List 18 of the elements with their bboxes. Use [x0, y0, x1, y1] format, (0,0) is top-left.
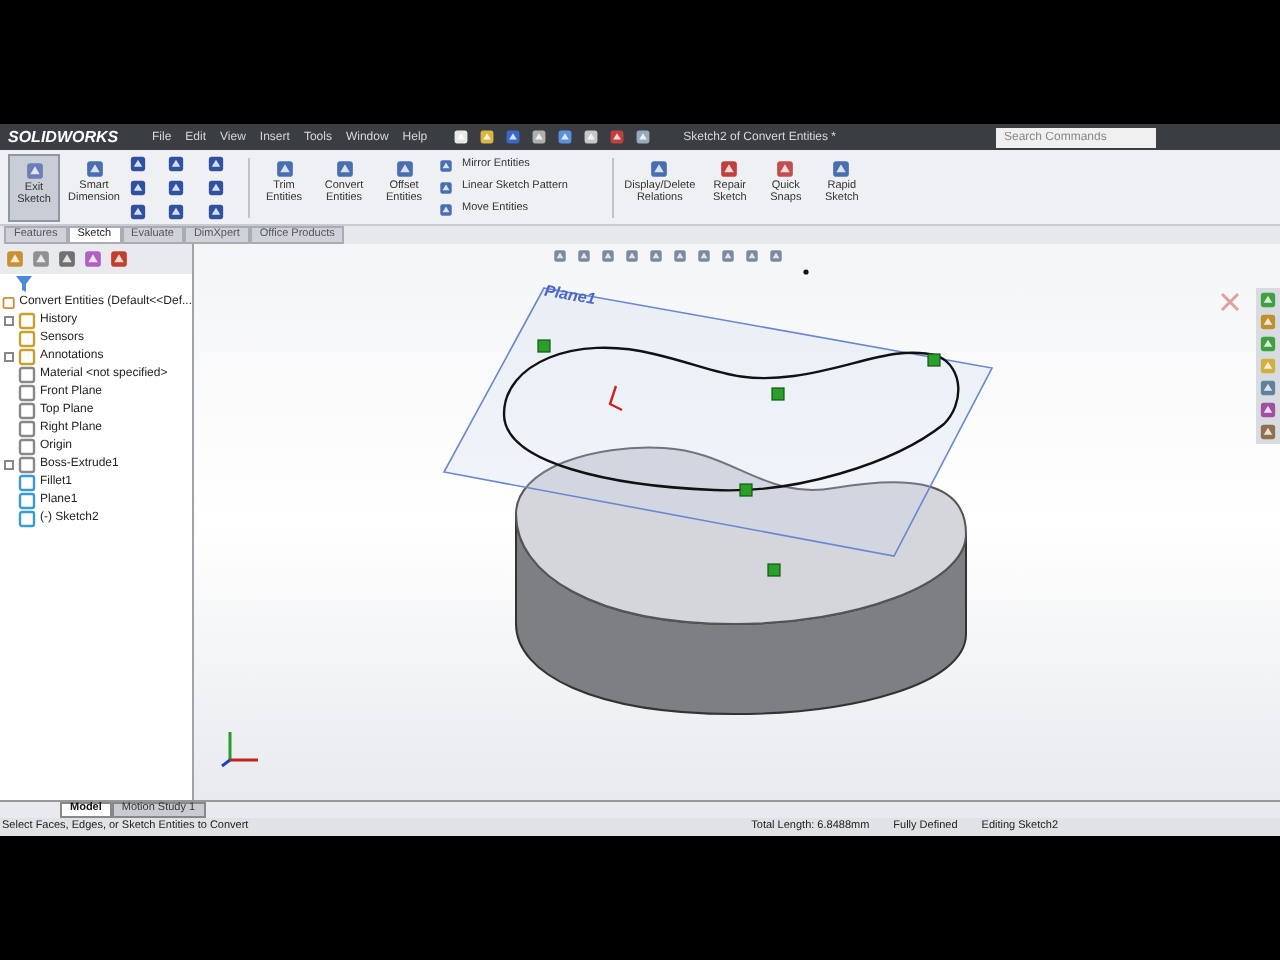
tree-node-icon	[18, 312, 36, 330]
tree-node-icon	[18, 402, 36, 420]
app-logo: SOLIDWORKS	[8, 129, 121, 145]
plane-label: Plane1	[543, 283, 597, 309]
tree-node-icon	[18, 384, 36, 402]
tree-node-icon	[18, 474, 36, 492]
close-icon[interactable]	[1220, 292, 1240, 312]
tree-node-icon	[18, 366, 36, 384]
tree-node-icon	[18, 420, 36, 438]
tree-node-icon	[18, 348, 36, 366]
tree-node-icon	[18, 438, 36, 456]
tree-node-icon	[18, 510, 36, 528]
tree-node-icon	[18, 330, 36, 348]
expand-toggle[interactable]	[4, 352, 14, 362]
tree-node-icon	[18, 456, 36, 474]
expand-toggle[interactable]	[4, 316, 14, 326]
tree-node-icon	[18, 492, 36, 510]
expand-toggle[interactable]	[4, 460, 14, 470]
